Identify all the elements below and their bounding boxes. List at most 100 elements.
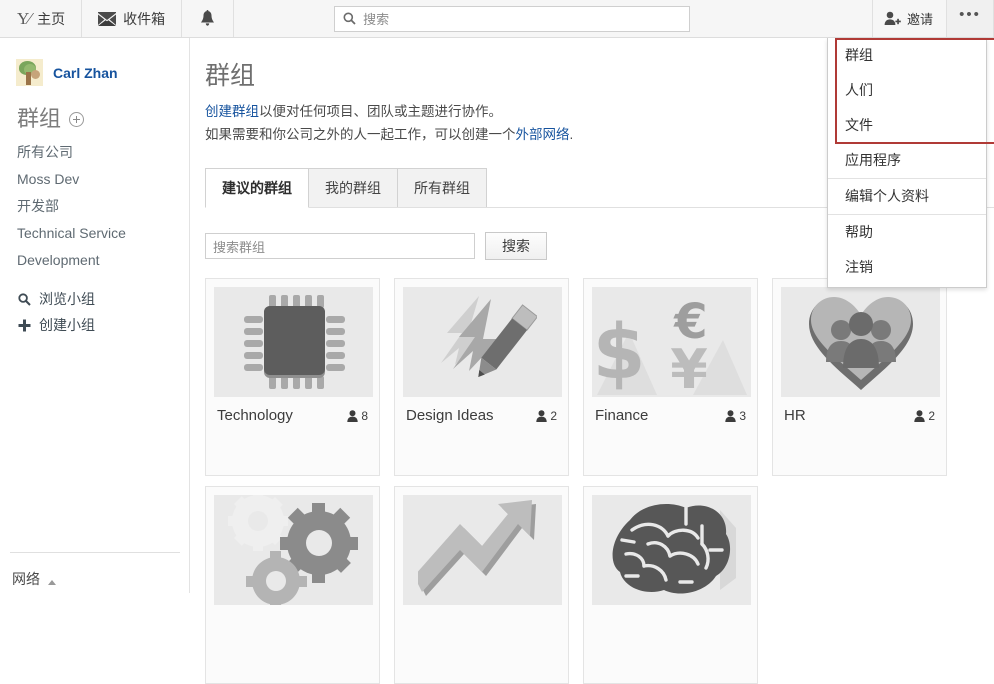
nav-home-label: 主页 (37, 10, 66, 27)
growth-arrow-icon (417, 498, 548, 603)
group-search-input[interactable]: 搜索群组 (205, 233, 475, 259)
sidebar-item-all-company[interactable]: 所有公司 (0, 139, 189, 166)
group-card-meta (214, 605, 371, 615)
search-input[interactable]: 搜索 (334, 5, 691, 32)
sidebar-section-title: 群组 (17, 106, 62, 131)
cpu-chip-icon (242, 292, 346, 392)
create-group-label: 创建小组 (39, 317, 95, 333)
svg-text:$: $ (597, 307, 645, 395)
top-navigation-bar: Y⁄ 主页 收件箱 搜索 邀请 ••• (0, 0, 994, 38)
tab-my-groups[interactable]: 我的群组 (308, 168, 398, 208)
invite-button[interactable]: 邀请 (871, 0, 946, 37)
member-count-value: 8 (361, 408, 368, 423)
group-card-name: Technology (217, 407, 293, 424)
description-2-suffix: . (569, 127, 574, 142)
group-card-name: Design Ideas (406, 407, 494, 424)
nav-notifications-button[interactable] (182, 0, 235, 37)
group-card-growth[interactable] (394, 486, 569, 684)
sidebar-actions: 浏览小组 创建小组 (0, 286, 189, 338)
left-sidebar: Carl Zhan 群组 所有公司 Moss Dev 开发部 Technical… (0, 38, 190, 593)
bell-icon (200, 10, 215, 27)
user-name-label[interactable]: Carl Zhan (53, 65, 118, 81)
group-card-meta: Finance 3 (592, 397, 749, 424)
envelope-icon (98, 11, 117, 26)
person-icon (725, 409, 737, 422)
group-card-gears[interactable] (205, 486, 380, 684)
group-card-image: $ € ¥ (592, 287, 751, 397)
group-card-hr[interactable]: HR 2 (772, 278, 947, 476)
browse-groups-label: 浏览小组 (39, 291, 95, 307)
nav-inbox-button[interactable]: 收件箱 (82, 0, 183, 37)
topbar-right-group: 邀请 ••• (871, 0, 994, 37)
person-add-icon (884, 11, 901, 26)
menu-item-groups[interactable]: 群组 (828, 38, 986, 73)
description-2-prefix: 如果需要和你公司之外的人一起工作，可以创建一个 (205, 127, 516, 142)
group-search-placeholder: 搜索群组 (213, 239, 266, 255)
group-card-technology[interactable]: Technology 8 (205, 278, 380, 476)
currency-symbols-icon: $ € ¥ (596, 290, 747, 395)
global-search-wrap: 搜索 (334, 5, 691, 32)
person-icon (347, 409, 359, 422)
menu-item-edit-profile[interactable]: 编辑个人资料 (828, 179, 986, 214)
group-card-design-ideas[interactable]: Design Ideas 2 (394, 278, 569, 476)
person-icon (914, 409, 926, 422)
group-card-finance[interactable]: $ € ¥ Finance 3 (583, 278, 758, 476)
menu-item-people[interactable]: 人们 (828, 73, 986, 108)
sidebar-group-list: 所有公司 Moss Dev 开发部 Technical Service Deve… (0, 139, 189, 274)
plus-circle-icon[interactable] (69, 111, 85, 127)
menu-item-apps[interactable]: 应用程序 (828, 143, 986, 178)
group-card-grid: Technology 8 Design Ideas 2 $ € ¥ Financ… (205, 278, 994, 684)
menu-item-files[interactable]: 文件 (828, 108, 986, 143)
group-card-image (781, 287, 940, 397)
brain-icon (602, 498, 742, 603)
sidebar-item-development[interactable]: Development (0, 247, 189, 274)
person-icon (536, 409, 548, 422)
network-switcher[interactable]: 网络 (12, 569, 56, 589)
tab-all-groups[interactable]: 所有群组 (397, 168, 487, 208)
sidebar-item-dev-department[interactable]: 开发部 (0, 193, 189, 220)
svg-text:¥: ¥ (670, 338, 708, 395)
member-count-value: 2 (928, 408, 935, 423)
nav-inbox-label: 收件箱 (123, 10, 166, 27)
nav-home-button[interactable]: Y⁄ 主页 (0, 0, 83, 37)
group-card-image (214, 287, 373, 397)
ellipsis-icon: ••• (959, 6, 981, 23)
network-label: 网络 (12, 571, 40, 587)
overflow-menu-button[interactable]: ••• (946, 0, 994, 37)
group-card-image (403, 495, 562, 605)
current-user-row[interactable]: Carl Zhan (0, 38, 189, 86)
group-member-count: 2 (914, 409, 935, 423)
caret-up-icon (48, 579, 56, 585)
menu-item-help[interactable]: 帮助 (828, 215, 986, 250)
menu-item-logout[interactable]: 注销 (828, 250, 986, 285)
group-search-button[interactable]: 搜索 (485, 232, 547, 260)
create-group-button[interactable]: 创建小组 (0, 312, 189, 338)
group-member-count: 8 (347, 409, 368, 423)
external-network-link[interactable]: 外部网络 (516, 127, 570, 142)
browse-groups-button[interactable]: 浏览小组 (0, 286, 189, 312)
group-card-meta (592, 605, 749, 615)
sidebar-item-technical-service[interactable]: Technical Service (0, 220, 189, 247)
create-group-link[interactable]: 创建群组 (205, 104, 259, 119)
heart-people-icon (801, 290, 921, 394)
plus-icon (18, 319, 31, 332)
overflow-dropdown-menu: 群组 人们 文件 应用程序 编辑个人资料 帮助 注销 (827, 38, 987, 288)
sidebar-groups-header: 群组 (0, 86, 189, 139)
search-icon (18, 292, 31, 306)
user-avatar[interactable] (16, 59, 43, 86)
group-card-meta: Technology 8 (214, 397, 371, 424)
sidebar-item-moss-dev[interactable]: Moss Dev (0, 166, 189, 193)
group-card-image (403, 287, 562, 397)
tab-suggested-groups[interactable]: 建议的群组 (205, 168, 309, 208)
group-card-image (214, 495, 373, 605)
search-icon (343, 12, 356, 25)
lightning-pencil-icon (429, 293, 537, 391)
sidebar-divider (10, 552, 180, 553)
group-card-name: HR (784, 407, 806, 424)
invite-label: 邀请 (906, 12, 933, 27)
search-placeholder: 搜索 (363, 12, 390, 27)
group-card-meta: HR 2 (781, 397, 938, 424)
group-card-brain[interactable] (583, 486, 758, 684)
group-member-count: 3 (725, 409, 746, 423)
group-member-count: 2 (536, 409, 557, 423)
